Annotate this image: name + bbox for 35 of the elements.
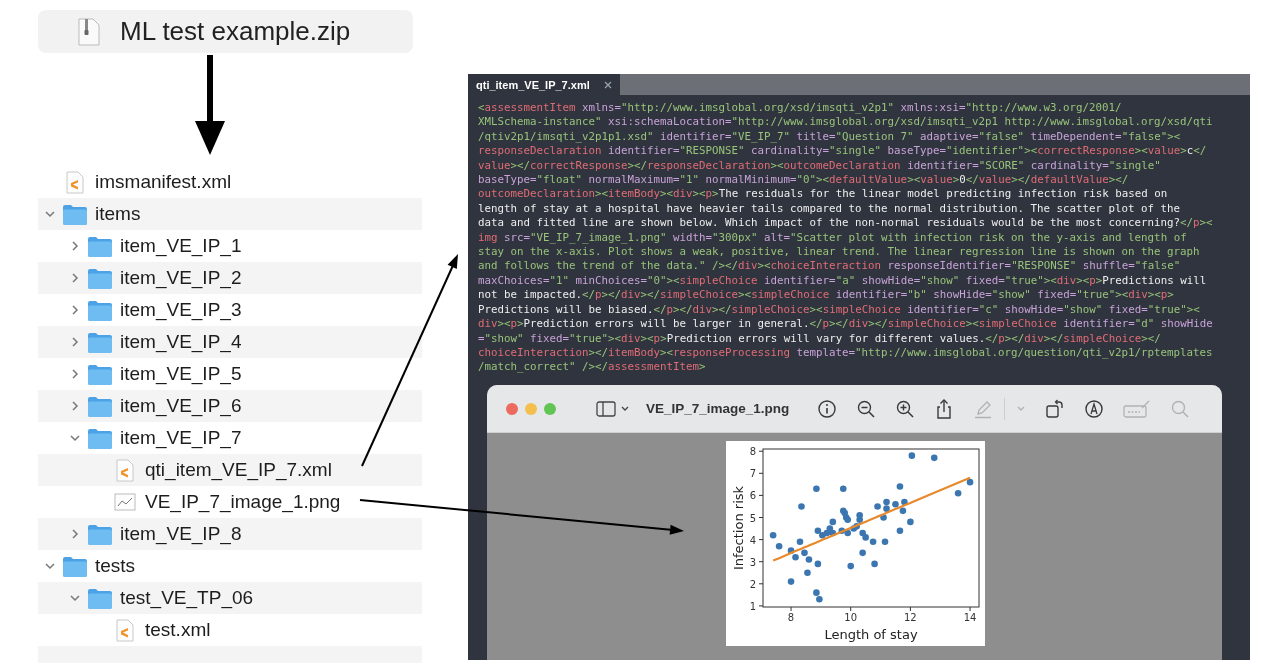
tick-label: 1 xyxy=(749,600,756,612)
tick-label: 14 xyxy=(963,612,977,623)
code-line: not be impacted.</p></div></simpleChoice><simpleChoice identifier="b" showHide="show" fixed="true"><div><p> xyxy=(478,288,1174,303)
tick-label: 10 xyxy=(844,612,858,623)
code-line: responseDeclaration identifier="RESPONSE" cardinality="single" baseType="identifier"><correctResponse><value>c</ xyxy=(478,144,1207,159)
code-line: <assessmentItem xmlns="http://www.imsglobal.org/xsd/imsqti_v2p1" xmlns:xsi="http://www.w3.org/2001/ xyxy=(478,101,1122,116)
code-line: div><p>Prediction errors will be larger in general.</p></div></simpleChoice><simpleChoice identifier="d" showHide xyxy=(478,317,1213,332)
code-line: baseType="float" normalMaximum="1" normalMinimum="0"><defaultValue><value>0</value></defaultValue></ xyxy=(478,173,1129,188)
code-line: img src="VE_IP_7_image_1.png" width="300px" alt="Scatter plot with infection risk on the y-axis and length of xyxy=(478,230,1187,246)
tick-label: 4 xyxy=(749,534,756,546)
code-line: Predictions will be biased.</p></div></simpleChoice><simpleChoice identifier="c" showHide="show" fixed="true">< xyxy=(478,302,1200,318)
code-line: ="show" fixed="true"><div><p>Prediction errors will vary for different values.</p></div></simpleChoice></ xyxy=(478,331,1161,346)
tick-label: 8 xyxy=(749,446,756,458)
tick-label: 6 xyxy=(749,490,756,502)
axis-title: Infection risk xyxy=(731,485,746,571)
code-line: value></correctResponse></responseDeclaration><outcomeDeclaration identifier="SCORE" cardinality="single" xyxy=(478,158,1161,174)
tick-label: 3 xyxy=(749,556,756,568)
code-line: and follows the trend of the data." /></div><choiceInteraction responseIdentifier="RESPONSE" shuffle="false" xyxy=(478,259,1181,274)
code-line: outcomeDeclaration><itemBody><div><p>The residuals for the linear model predicting infection risk based on xyxy=(478,187,1168,202)
axis-title: Length of stay xyxy=(824,627,918,642)
code-line: maxChoices="1" minChoices="0"><simpleChoice identifier="a" showHide="show" fixed="true"><div><p>Predictions will xyxy=(478,273,1207,289)
tick-label: 5 xyxy=(749,512,756,524)
code-line: /qtiv2p1/imsqti_v2p1p1.xsd" identifier="VE_IP_7" title="Question 7" adaptive="false" timeDependent="false">< xyxy=(478,129,1181,145)
window-title: VE_IP_7_image_1.png xyxy=(646,401,790,416)
tick-label: 12 xyxy=(904,612,917,623)
code-line: data and fitted line are shown below. Which impact of the non-normal residuals would be the most concerning?</p>< xyxy=(478,216,1213,231)
tick-label: 8 xyxy=(787,612,795,623)
code-line: length of stay at a hospital have heavier tails compared to the normal distribution. The scatter plot of the xyxy=(478,201,1181,217)
archive-name: ML test example.zip xyxy=(120,16,351,47)
code-line: choiceInteraction></itemBody><responseProcessing template="http://www.imsglobal.org/question/qti_v2p1/rptemplates xyxy=(478,345,1213,361)
tick-label: 2 xyxy=(749,578,756,590)
code-line: stay on the x-axis. Plot shows a weak, positive, linear trend. The linear regression line is shown on the graph xyxy=(478,245,1200,260)
code-line: /match_correct" /></assessmentItem> xyxy=(478,360,706,375)
tick-label: 7 xyxy=(749,468,756,480)
code-line: XMLSchema-instance" xsi:schemaLocation="http://www.imsglobal.org/xsd/imsqti_v2p1 http://www.imsglobal.org/xsd/qti xyxy=(478,115,1213,130)
